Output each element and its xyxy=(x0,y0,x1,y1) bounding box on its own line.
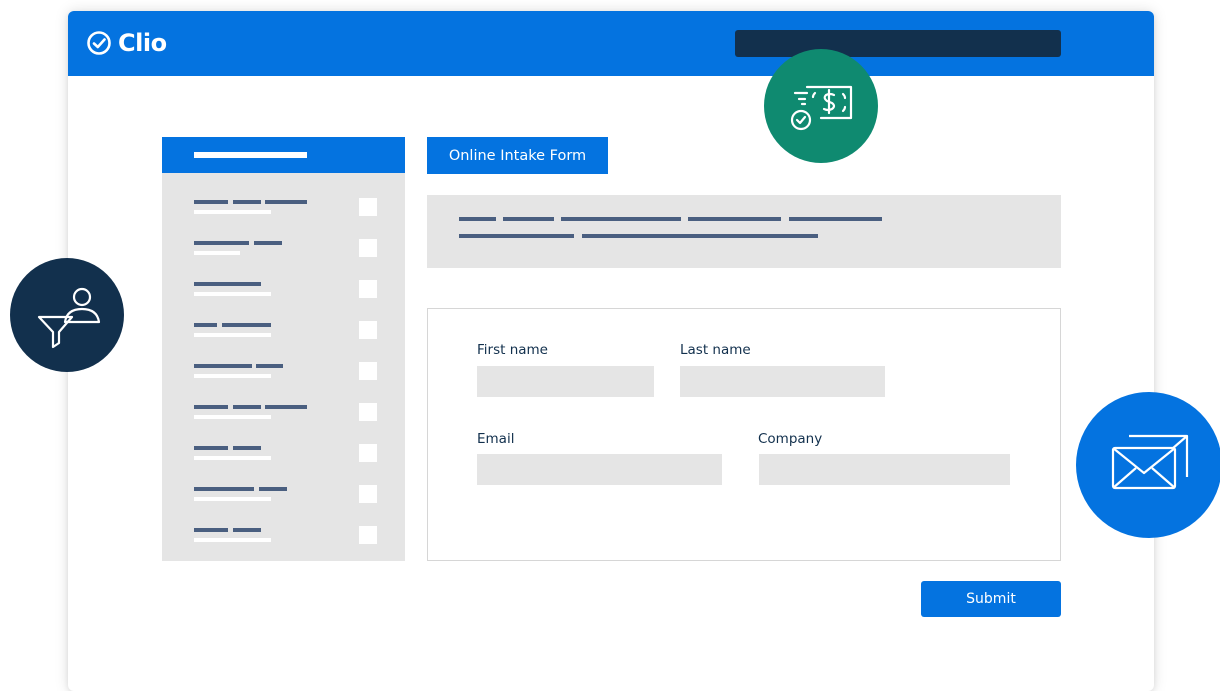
subtext-placeholder xyxy=(194,251,240,255)
text-placeholder xyxy=(459,217,496,221)
email-input[interactable] xyxy=(477,454,722,485)
item-checkbox[interactable] xyxy=(359,485,377,503)
text-placeholder xyxy=(194,528,228,532)
sidebar-list-item[interactable] xyxy=(162,477,405,507)
filter-badge xyxy=(10,258,124,372)
subtext-placeholder xyxy=(194,374,271,378)
first-name-input[interactable] xyxy=(477,366,654,397)
text-placeholder xyxy=(233,528,261,532)
check-circle-icon xyxy=(87,31,111,55)
sidebar-list-item[interactable] xyxy=(162,436,405,466)
last-name-label: Last name xyxy=(680,342,751,358)
last-name-input[interactable] xyxy=(680,366,885,397)
search-bar[interactable] xyxy=(735,30,1061,57)
item-checkbox[interactable] xyxy=(359,198,377,216)
sidebar-list-item[interactable] xyxy=(162,354,405,384)
payment-badge xyxy=(764,49,878,163)
money-check-icon xyxy=(790,85,853,131)
sidebar-list-item[interactable] xyxy=(162,395,405,425)
brand-name: Clio xyxy=(118,29,167,57)
text-placeholder xyxy=(194,487,254,491)
text-placeholder xyxy=(561,217,681,221)
text-placeholder xyxy=(459,234,574,238)
sidebar-list-item[interactable] xyxy=(162,231,405,261)
app-window: Clio Online Intake Form First name Last … xyxy=(68,11,1154,691)
sidebar-list-item[interactable] xyxy=(162,272,405,302)
clio-logo[interactable]: Clio xyxy=(86,28,167,58)
form-description-box xyxy=(427,195,1061,268)
text-placeholder xyxy=(789,217,882,221)
text-placeholder xyxy=(194,323,217,327)
company-label: Company xyxy=(758,431,823,447)
item-checkbox[interactable] xyxy=(359,362,377,380)
subtext-placeholder xyxy=(194,210,271,214)
text-placeholder xyxy=(233,405,261,409)
item-checkbox[interactable] xyxy=(359,526,377,544)
item-checkbox[interactable] xyxy=(359,280,377,298)
sidebar-list-item[interactable] xyxy=(162,518,405,548)
text-placeholder xyxy=(256,364,283,368)
text-placeholder xyxy=(265,405,307,409)
text-placeholder xyxy=(194,241,249,245)
top-navigation-bar: Clio xyxy=(68,11,1154,76)
subtext-placeholder xyxy=(194,292,271,296)
email-label: Email xyxy=(477,431,515,447)
email-badge xyxy=(1076,392,1220,538)
sidebar-list-item[interactable] xyxy=(162,190,405,220)
text-placeholder xyxy=(503,217,554,221)
text-placeholder xyxy=(233,200,261,204)
text-placeholder xyxy=(222,323,271,327)
text-placeholder xyxy=(194,364,252,368)
company-input[interactable] xyxy=(759,454,1010,485)
item-checkbox[interactable] xyxy=(359,321,377,339)
sidebar-panel xyxy=(162,137,405,561)
text-placeholder xyxy=(194,200,228,204)
text-placeholder xyxy=(688,217,781,221)
sidebar-list-item[interactable] xyxy=(162,313,405,343)
subtext-placeholder xyxy=(194,538,271,542)
text-placeholder xyxy=(233,446,261,450)
submit-button[interactable]: Submit xyxy=(921,581,1061,617)
text-placeholder xyxy=(582,234,818,238)
subtext-placeholder xyxy=(194,333,271,337)
envelopes-icon xyxy=(1111,434,1189,490)
text-placeholder xyxy=(254,241,282,245)
person-filter-icon xyxy=(37,287,101,349)
text-placeholder xyxy=(265,200,307,204)
item-checkbox[interactable] xyxy=(359,444,377,462)
text-placeholder xyxy=(194,405,228,409)
sidebar-header xyxy=(162,137,405,173)
first-name-label: First name xyxy=(477,342,548,358)
text-placeholder xyxy=(259,487,287,491)
sidebar-header-title-placeholder xyxy=(194,152,307,158)
intake-form-card: First name Last name Email Company xyxy=(427,308,1061,561)
text-placeholder xyxy=(194,282,261,286)
item-checkbox[interactable] xyxy=(359,403,377,421)
text-placeholder xyxy=(194,446,228,450)
subtext-placeholder xyxy=(194,415,271,419)
tab-online-intake-form[interactable]: Online Intake Form xyxy=(427,137,608,174)
subtext-placeholder xyxy=(194,456,271,460)
item-checkbox[interactable] xyxy=(359,239,377,257)
subtext-placeholder xyxy=(194,497,271,501)
